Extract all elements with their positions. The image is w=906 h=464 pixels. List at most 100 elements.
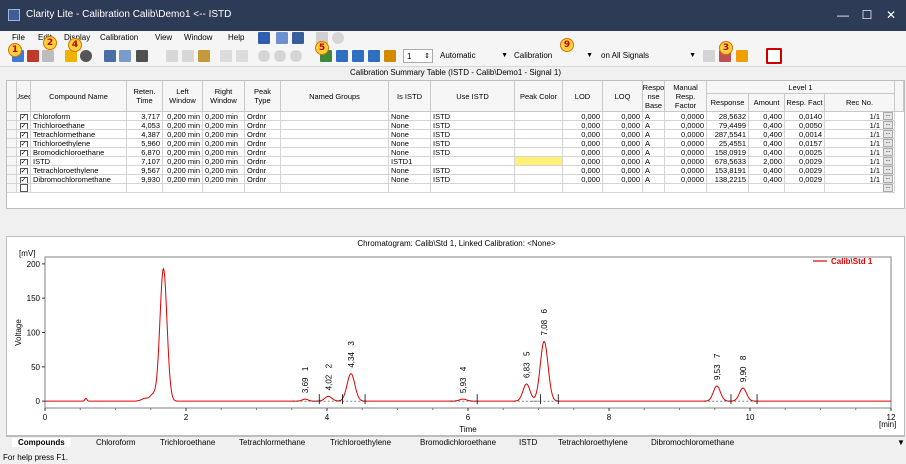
cell-rec[interactable]: 1/1... bbox=[825, 139, 895, 148]
cell-ret[interactable]: 3,717 bbox=[127, 112, 163, 121]
cell-useistd[interactable]: ISTD bbox=[431, 175, 515, 184]
level-stepper[interactable]: 1 ⇕ bbox=[403, 49, 433, 63]
tab-tetrachlormethane[interactable]: Tetrachlormethane bbox=[239, 438, 305, 447]
cell-istd[interactable]: None bbox=[389, 166, 431, 175]
cell-rf[interactable]: 0,0029 bbox=[785, 175, 825, 184]
cell-name[interactable] bbox=[31, 184, 127, 193]
cell-resp[interactable]: A bbox=[643, 148, 665, 157]
cell-istd[interactable]: None bbox=[389, 112, 431, 121]
table-row[interactable]: ✓ Tetrachlormethane 4,387 0,200 min 0,200 mi… bbox=[7, 130, 904, 139]
cell-manual[interactable]: 0,0000 bbox=[665, 166, 707, 175]
mode-select[interactable]: Automatic ▼ bbox=[437, 49, 510, 63]
cell-amount[interactable]: 0,400 bbox=[749, 130, 785, 139]
cell-ptype[interactable]: Ordnr bbox=[245, 166, 281, 175]
cell-useistd[interactable]: ISTD bbox=[431, 148, 515, 157]
cell-groups[interactable] bbox=[281, 121, 389, 130]
peak-add-icon[interactable] bbox=[336, 50, 348, 62]
cell-amount[interactable]: 2,000 bbox=[749, 157, 785, 166]
cell-amount[interactable]: 0,400 bbox=[749, 148, 785, 157]
peak-replace-icon[interactable] bbox=[384, 50, 396, 62]
print-icon[interactable] bbox=[136, 50, 148, 62]
header-loq[interactable]: LOQ bbox=[603, 81, 643, 112]
zoom-icon[interactable] bbox=[290, 50, 302, 62]
more-button[interactable]: ... bbox=[883, 139, 893, 147]
cell-istd[interactable]: ISTD1 bbox=[389, 157, 431, 166]
tab-tetrachloroethylene[interactable]: Tetrachloroethylene bbox=[558, 438, 628, 447]
cell-istd[interactable]: None bbox=[389, 139, 431, 148]
checkbox-icon[interactable]: ✓ bbox=[19, 141, 28, 147]
peak-color-cell[interactable] bbox=[515, 184, 563, 193]
cell-response[interactable]: 79,4499 bbox=[707, 121, 749, 130]
menu-view[interactable]: View bbox=[155, 33, 172, 42]
cell-groups[interactable] bbox=[281, 157, 389, 166]
cell-useistd[interactable] bbox=[431, 157, 515, 166]
cell-loq[interactable]: 0,000 bbox=[603, 130, 643, 139]
used-checkbox[interactable]: ✓ bbox=[17, 166, 31, 175]
cell-lod[interactable]: 0,000 bbox=[563, 148, 603, 157]
open-icon[interactable] bbox=[27, 50, 39, 62]
table-row[interactable]: ... bbox=[7, 184, 904, 193]
menu-file[interactable]: File bbox=[12, 33, 25, 42]
peak-color-cell[interactable] bbox=[515, 175, 563, 184]
cell-ret[interactable]: 4,053 bbox=[127, 121, 163, 130]
preview-icon[interactable] bbox=[119, 50, 131, 62]
menu-window[interactable]: Window bbox=[184, 33, 212, 42]
chart-icon[interactable] bbox=[276, 32, 288, 44]
cell-name[interactable]: Tetrachlormethane bbox=[31, 130, 127, 139]
report-icon[interactable] bbox=[292, 32, 304, 44]
cell-ptype[interactable]: Ordnr bbox=[245, 157, 281, 166]
cell-groups[interactable] bbox=[281, 184, 389, 193]
cell-manual[interactable]: 0,0000 bbox=[665, 112, 707, 121]
table-row[interactable]: ✓ Bromodichloroethane 6,870 0,200 min 0,200 … bbox=[7, 148, 904, 157]
cell-response[interactable]: 158,0919 bbox=[707, 148, 749, 157]
used-checkbox[interactable]: ✓ bbox=[17, 157, 31, 166]
close-button[interactable]: ✕ bbox=[881, 6, 901, 24]
header-resp[interactable]: Respo nse Base bbox=[643, 81, 665, 112]
minimize-button[interactable]: — bbox=[833, 6, 853, 24]
header-response[interactable]: Response bbox=[707, 94, 749, 112]
method-icon[interactable] bbox=[258, 32, 270, 44]
used-checkbox[interactable]: ✓ bbox=[17, 148, 31, 157]
cell-right[interactable]: 0,200 min bbox=[203, 139, 245, 148]
cell-amount[interactable]: 0,400 bbox=[749, 139, 785, 148]
cell-lod[interactable]: 0,000 bbox=[563, 166, 603, 175]
cell-istd[interactable]: None bbox=[389, 175, 431, 184]
cell-rec[interactable]: 1/1... bbox=[825, 157, 895, 166]
cell-useistd[interactable]: ISTD bbox=[431, 139, 515, 148]
cell-left[interactable]: 0,200 min bbox=[163, 130, 203, 139]
peak-color-cell[interactable] bbox=[515, 121, 563, 130]
cell-ptype[interactable]: Ordnr bbox=[245, 121, 281, 130]
peak-group-icon[interactable] bbox=[352, 50, 364, 62]
peak-color-cell[interactable] bbox=[515, 166, 563, 175]
peak-color-cell[interactable] bbox=[515, 112, 563, 121]
used-checkbox[interactable]: ✓ bbox=[17, 130, 31, 139]
cell-lod[interactable]: 0,000 bbox=[563, 112, 603, 121]
checkbox-icon[interactable]: ✓ bbox=[19, 177, 28, 183]
calibrate-icon[interactable] bbox=[703, 50, 715, 62]
cell-ptype[interactable]: Ordnr bbox=[245, 148, 281, 157]
cell-istd[interactable]: None bbox=[389, 121, 431, 130]
chromatogram-chart[interactable]: 0 2 4 6 8 10 12050100150200[mV][min]TimeVoltag… bbox=[7, 237, 904, 435]
tab-compounds[interactable]: Compounds bbox=[12, 438, 71, 447]
cut-icon[interactable] bbox=[166, 50, 178, 62]
cell-response[interactable]: 153,8191 bbox=[707, 166, 749, 175]
header-ret[interactable]: Reten. Time bbox=[127, 81, 163, 112]
tab-trichloroethylene[interactable]: Trichloroethylene bbox=[330, 438, 391, 447]
header-istd[interactable]: Is ISTD bbox=[389, 81, 431, 112]
cell-left[interactable]: 0,200 min bbox=[163, 157, 203, 166]
cell-ptype[interactable]: Ordnr bbox=[245, 130, 281, 139]
cell-rec[interactable]: 1/1... bbox=[825, 121, 895, 130]
maximize-button[interactable]: ☐ bbox=[857, 6, 877, 24]
cell-name[interactable]: Trichloroethane bbox=[31, 121, 127, 130]
cell-right[interactable]: 0,200 min bbox=[203, 121, 245, 130]
cell-ret[interactable]: 7,107 bbox=[127, 157, 163, 166]
cell-loq[interactable]: 0,000 bbox=[603, 157, 643, 166]
cell-right[interactable]: 0,200 min bbox=[203, 112, 245, 121]
stop-icon[interactable] bbox=[766, 48, 782, 64]
header-color[interactable]: Peak Color bbox=[515, 81, 563, 112]
checkbox-icon[interactable]: ✓ bbox=[19, 114, 28, 120]
more-button[interactable]: ... bbox=[883, 130, 893, 138]
cell-resp[interactable]: A bbox=[643, 112, 665, 121]
cell-lod[interactable]: 0,000 bbox=[563, 175, 603, 184]
cell-amount[interactable]: 0,400 bbox=[749, 175, 785, 184]
